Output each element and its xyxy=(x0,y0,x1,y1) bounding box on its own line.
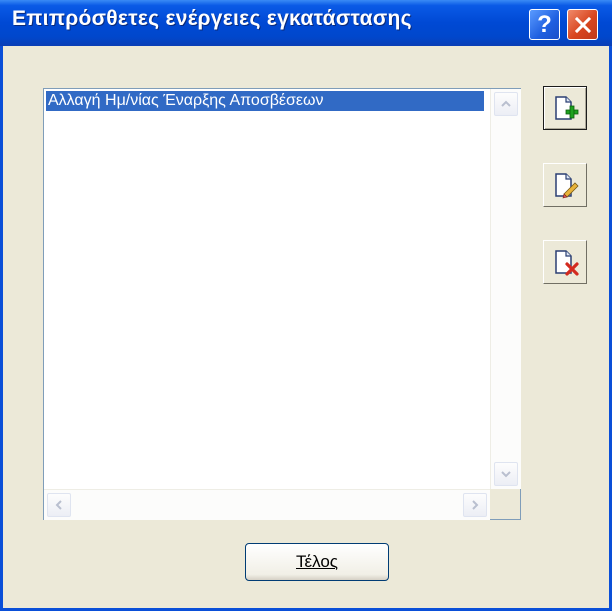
scroll-down-button[interactable] xyxy=(494,462,518,486)
scroll-left-button[interactable] xyxy=(47,493,71,517)
delete-action-button[interactable] xyxy=(543,240,587,284)
title-bar[interactable]: Επιπρόσθετες ενέργειες εγκατάστασης ? xyxy=(0,0,612,46)
scroll-up-button[interactable] xyxy=(494,92,518,116)
close-icon xyxy=(574,16,591,33)
scrollbar-corner xyxy=(490,489,520,519)
chevron-right-icon xyxy=(472,500,479,510)
vertical-scrollbar[interactable] xyxy=(490,89,521,489)
chevron-up-icon xyxy=(501,100,511,107)
list-item[interactable]: Αλλαγή Ημ/νίας Έναρξης Αποσβέσεων xyxy=(46,91,484,111)
done-button[interactable]: Τέλος xyxy=(245,543,389,581)
delete-document-icon xyxy=(555,250,579,276)
scroll-right-button[interactable] xyxy=(463,493,487,517)
help-icon: ? xyxy=(537,10,552,38)
add-action-button[interactable] xyxy=(543,86,587,130)
actions-listbox[interactable]: Αλλαγή Ημ/νίας Έναρξης Αποσβέσεων xyxy=(43,88,521,520)
horizontal-scrollbar[interactable] xyxy=(44,489,490,520)
chevron-down-icon xyxy=(501,471,511,478)
done-button-label: Τέλος xyxy=(296,552,338,571)
edit-action-button[interactable] xyxy=(543,163,587,207)
close-button[interactable] xyxy=(567,9,598,40)
edit-document-icon xyxy=(555,173,579,199)
window-title: Επιπρόσθετες ενέργειες εγκατάστασης xyxy=(12,7,412,30)
help-button[interactable]: ? xyxy=(529,9,560,40)
dialog-window: Επιπρόσθετες ενέργειες εγκατάστασης ? Αλ… xyxy=(0,0,612,611)
chevron-left-icon xyxy=(55,500,62,510)
new-document-add-icon xyxy=(555,96,579,120)
